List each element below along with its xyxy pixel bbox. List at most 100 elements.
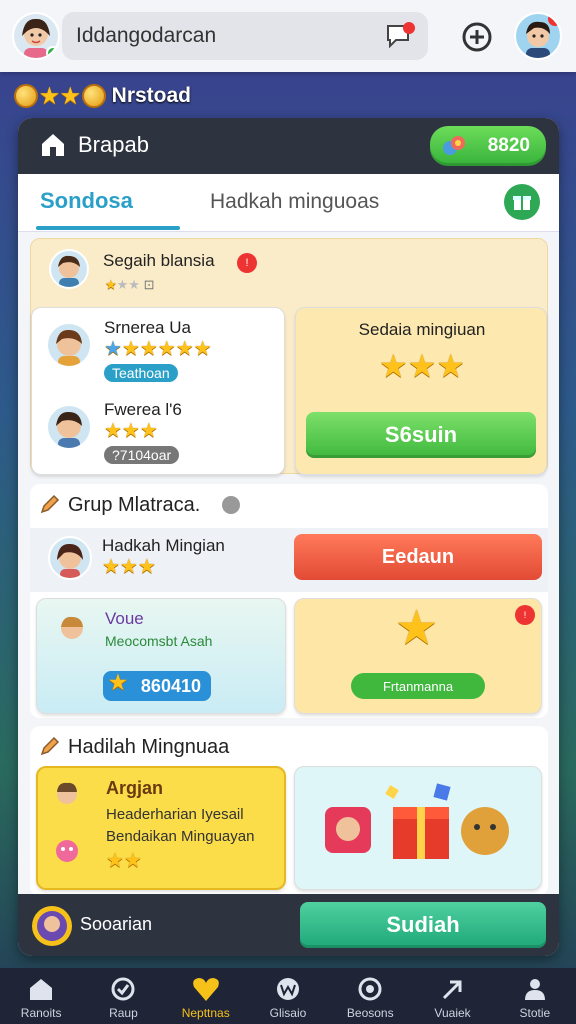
- row-action-button[interactable]: Eedaun: [294, 534, 542, 580]
- currency-pill[interactable]: 8820: [430, 126, 546, 166]
- player-tag: Teathoan: [104, 364, 178, 382]
- arrow-icon: [438, 975, 468, 1003]
- pencil-icon: [38, 734, 62, 758]
- add-friend-icon[interactable]: [460, 20, 494, 54]
- star-card: ! ★ Frtanmanna: [294, 598, 542, 714]
- bottom-nav: Ranoits Raup Nepttnas Glisaio Beosons Vu…: [0, 968, 576, 1024]
- player-avatar[interactable]: [46, 322, 92, 368]
- nav-stotie[interactable]: Stotie: [499, 975, 571, 1020]
- reward-line2: Bendaikan Minguayan: [106, 828, 255, 845]
- currency-value: 8820: [487, 135, 530, 156]
- person-icon: [520, 975, 550, 1003]
- section-title: Grup Mlatraca.: [68, 494, 201, 516]
- star-icon: ★: [40, 84, 59, 108]
- stat-name: Voue: [105, 609, 144, 628]
- level-strip: ★ ★ Nrstoad: [14, 80, 191, 112]
- nav-label: Stotie: [519, 1006, 551, 1020]
- user-avatar[interactable]: [12, 12, 60, 60]
- row-name: Hadkah Mingian: [102, 536, 225, 555]
- row-stars: ★★★: [102, 556, 156, 578]
- main-panel: Brapab 8820 Sondosa Hadkah minguoas Sega…: [18, 118, 559, 956]
- nav-label: Vuaiek: [434, 1006, 471, 1020]
- face-icon: [57, 613, 87, 643]
- home-icon: [26, 975, 56, 1003]
- profile-avatar[interactable]: ?: [514, 12, 562, 60]
- star-card-button[interactable]: Frtanmanna: [351, 673, 485, 699]
- claim-button[interactable]: S6suin: [306, 412, 536, 458]
- refresh-icon: [108, 975, 138, 1003]
- gift-icon[interactable]: [504, 184, 540, 220]
- home-icon[interactable]: [38, 130, 68, 160]
- search-field[interactable]: Iddangodarcan: [62, 12, 428, 60]
- row-action-label: Eedaun: [381, 545, 455, 568]
- section-header-name: Segaih blansia: [103, 251, 215, 270]
- heart-icon: [191, 975, 221, 1003]
- player-stars: ★★★★★★: [104, 338, 212, 360]
- reward-stars: ★★★: [378, 348, 466, 384]
- player-stars: ★★★: [104, 420, 158, 442]
- nav-label: Nepttnas: [181, 1006, 230, 1020]
- tab-bar: Sondosa Hadkah minguoas: [18, 174, 559, 232]
- player-tag: ?7104oar: [104, 446, 180, 464]
- reward-info-card: Argjan Headerharian Iyesail Bendaikan Mi…: [36, 766, 286, 890]
- tab-sondosa[interactable]: Sondosa: [40, 188, 133, 214]
- nav-ranoits[interactable]: Ranoits: [5, 975, 77, 1020]
- gift-illustration: [294, 766, 542, 890]
- w-icon: [273, 975, 303, 1003]
- bottom-action-bar: Sooarian Sudiah: [18, 894, 559, 956]
- big-star-icon: ★: [395, 602, 439, 655]
- row-avatar[interactable]: [48, 536, 92, 580]
- nav-label: Raup: [109, 1006, 138, 1020]
- reward-name: Argjan: [106, 778, 164, 798]
- face-icon: [52, 778, 82, 808]
- section-group: Grup Mlatraca. Hadkah Mingian ★★★ Eedaun…: [30, 484, 548, 718]
- nav-nepttnas[interactable]: Nepttnas: [170, 975, 242, 1020]
- level-coin-icon: [14, 84, 38, 108]
- level-title: Nrstoad: [111, 84, 192, 107]
- alert-badge: !: [515, 605, 535, 625]
- notification-icon[interactable]: [384, 20, 418, 52]
- players-card: Srnerea Ua ★★★★★★ Teathoan Fwerea l'6 ★★…: [31, 307, 285, 475]
- nav-raup[interactable]: Raup: [87, 975, 159, 1020]
- alert-badge: !: [237, 253, 257, 273]
- group-row: Hadkah Mingian ★★★ Eedaun: [30, 528, 548, 592]
- panel-header: Brapab 8820: [18, 118, 559, 174]
- player-avatar[interactable]: [46, 404, 92, 450]
- active-tab-indicator: [36, 226, 180, 230]
- search-text: Iddangodarcan: [76, 24, 217, 47]
- star-icon: ★: [109, 672, 127, 694]
- info-icon[interactable]: [222, 496, 240, 514]
- footer-avatar[interactable]: [32, 906, 72, 946]
- reward-card: Sedaia mingiuan ★★★ S6suin: [295, 307, 547, 475]
- confirm-button[interactable]: Sudiah: [300, 902, 546, 948]
- stat-value: 860410: [140, 675, 201, 696]
- section-blansia: Segaih blansia ! ★★★ ⊡ Srnerea Ua ★★★★★★…: [30, 238, 548, 475]
- pencil-icon: [38, 492, 62, 516]
- stat-value-pill: ★ 860410: [103, 671, 211, 701]
- rating-row: ★★★ ⊡: [105, 277, 155, 292]
- stat-card: Voue Meocomsbt Asah ★ 860410: [36, 598, 286, 714]
- nav-vuaiek[interactable]: Vuaiek: [417, 975, 489, 1020]
- gifts-icon: [325, 783, 509, 859]
- footer-name: Sooarian: [80, 914, 153, 934]
- reward-stars: ★★: [106, 850, 142, 872]
- reward-line1: Headerharian Iyesail: [106, 806, 244, 823]
- top-bar: Iddangodarcan ?: [0, 0, 576, 72]
- nav-glisaio[interactable]: Glisaio: [252, 975, 324, 1020]
- panel-title: Brapab: [78, 132, 149, 157]
- nav-label: Glisaio: [269, 1006, 307, 1020]
- profile-badge: ?: [548, 14, 560, 26]
- nav-label: Ranoits: [20, 1006, 62, 1020]
- star-icon: ★: [60, 84, 80, 108]
- player-name: Srnerea Ua: [104, 318, 191, 337]
- section-hadilah: Hadilah Mingnuaa Argjan Headerharian Iye…: [30, 726, 548, 896]
- monster-icon: [52, 834, 82, 864]
- tab-hadkah[interactable]: Hadkah minguoas: [210, 190, 379, 214]
- star-card-label: Frtanmanna: [382, 678, 454, 694]
- stat-subtitle: Meocomsbt Asah: [105, 633, 213, 649]
- gems-icon: [443, 136, 465, 155]
- reward-title: Sedaia mingiuan: [358, 320, 486, 339]
- coin-icon: [81, 84, 106, 108]
- nav-beosons[interactable]: Beosons: [334, 975, 406, 1020]
- online-dot: [46, 46, 58, 58]
